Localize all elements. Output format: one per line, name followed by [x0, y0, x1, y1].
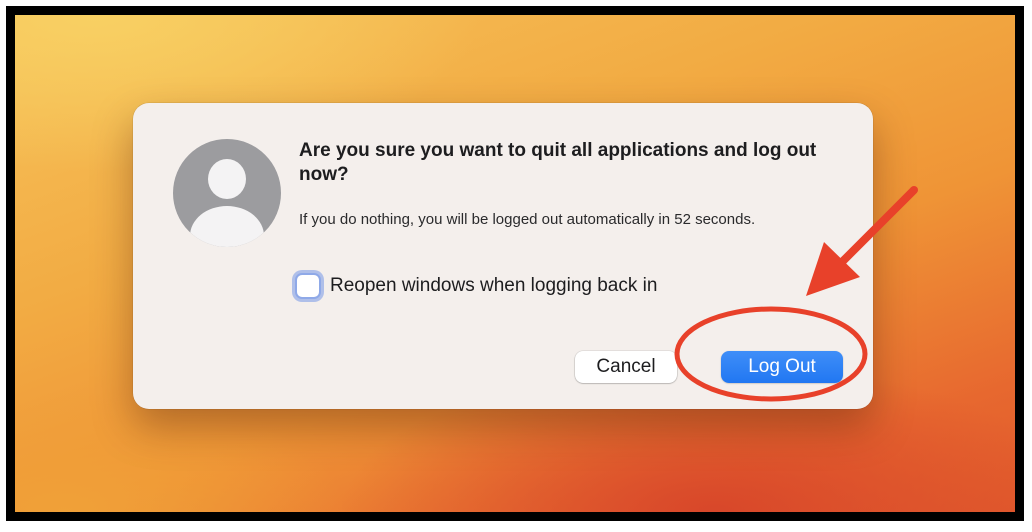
- log-out-button[interactable]: Log Out: [721, 351, 843, 383]
- cancel-button[interactable]: Cancel: [575, 351, 677, 383]
- user-avatar-icon: [173, 139, 281, 247]
- dialog-title: Are you sure you want to quit all applic…: [299, 140, 817, 185]
- avatar-body: [190, 206, 264, 247]
- reopen-windows-option[interactable]: Reopen windows when logging back in: [295, 273, 657, 299]
- avatar-head: [208, 159, 246, 199]
- screenshot-frame: Are you sure you want to quit all applic…: [6, 6, 1024, 521]
- dialog-message: If you do nothing, you will be logged ou…: [299, 211, 756, 228]
- logout-dialog: Are you sure you want to quit all applic…: [133, 103, 873, 409]
- reopen-windows-checkbox[interactable]: [295, 273, 321, 299]
- reopen-windows-label[interactable]: Reopen windows when logging back in: [330, 275, 657, 297]
